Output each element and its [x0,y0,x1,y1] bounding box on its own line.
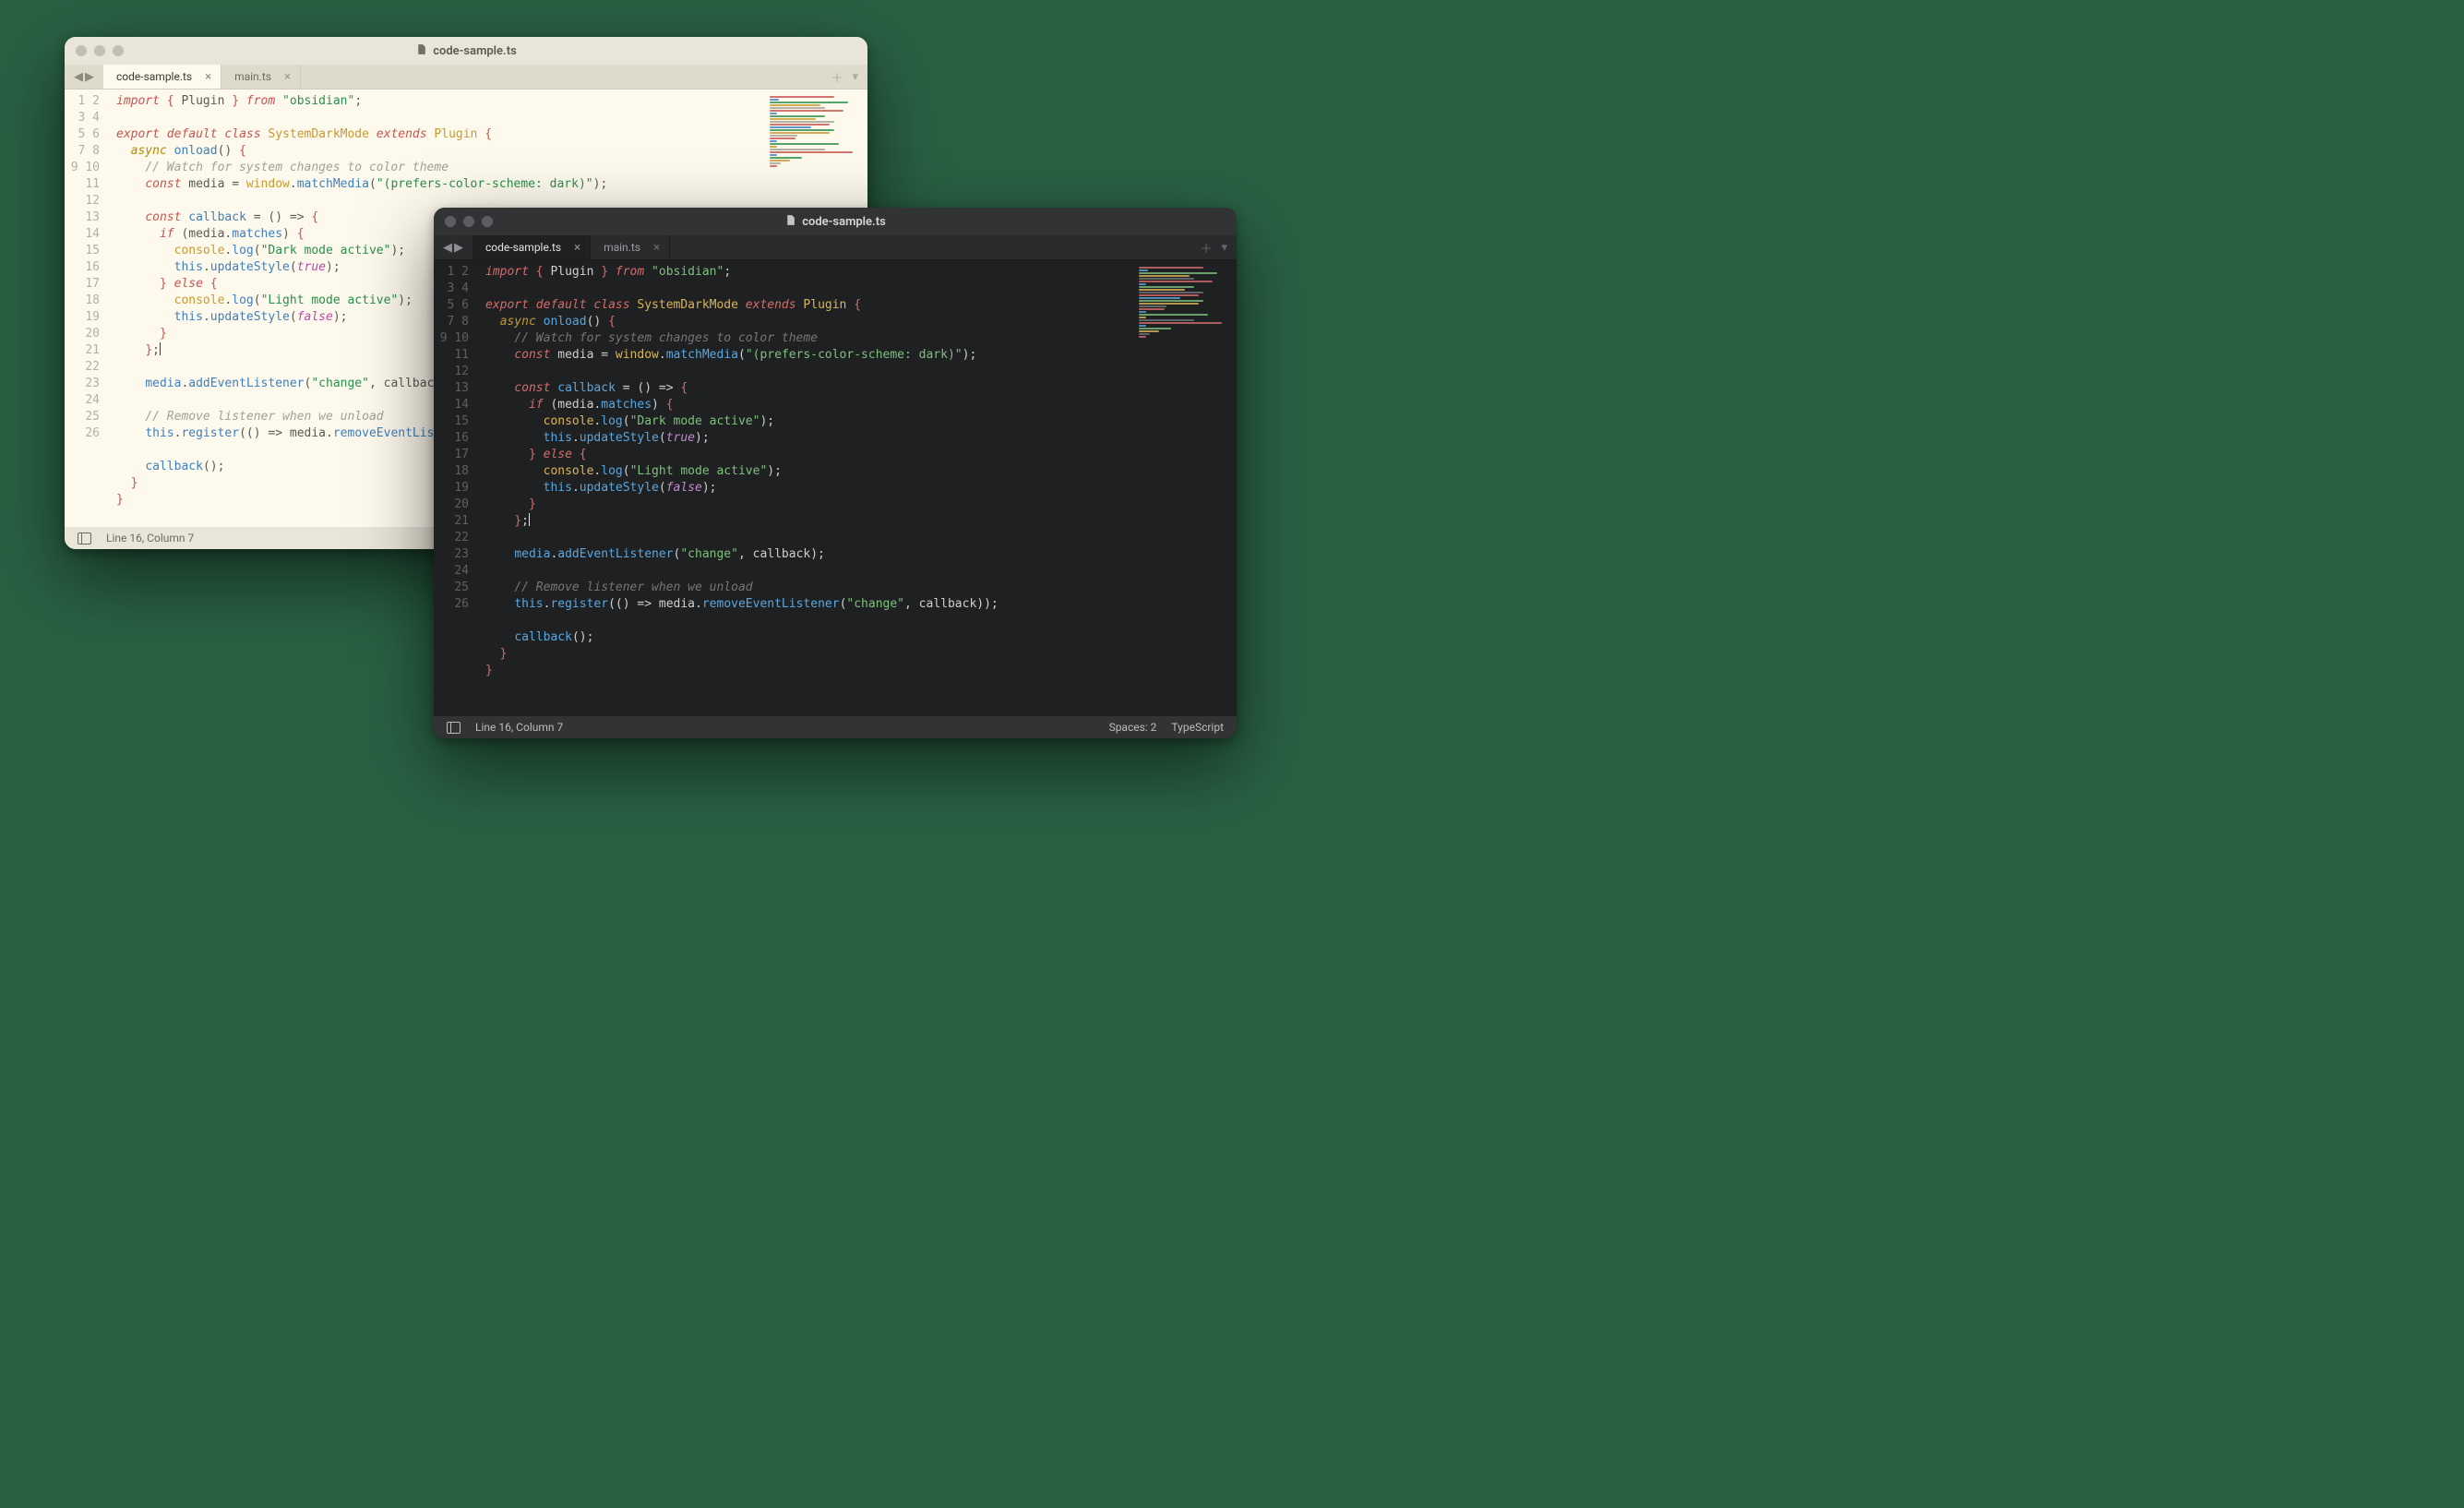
tab-main-ts[interactable]: main.ts × [221,65,301,89]
nav-back-icon[interactable]: ◀ [443,242,452,254]
panel-icon[interactable] [447,722,461,734]
traffic-lights[interactable] [76,37,124,65]
tab-code-sample-ts[interactable]: code-sample.ts × [103,65,221,89]
cursor-position[interactable]: Line 16, Column 7 [106,532,194,545]
code-content[interactable]: import { Plugin } from "obsidian"; expor… [478,260,1237,716]
minimize-dot[interactable] [463,216,474,227]
window-title-text: code-sample.ts [433,44,517,58]
close-icon[interactable]: × [205,70,211,84]
tab-label: main.ts [604,241,640,254]
status-bar: Line 16, Column 7 Spaces: 2 TypeScript [434,716,1237,738]
tab-menu-icon[interactable]: ▾ [1221,241,1227,255]
language-status[interactable]: TypeScript [1171,721,1224,734]
traffic-lights[interactable] [445,208,493,235]
tab-code-sample-ts[interactable]: code-sample.ts × [472,235,591,259]
nav-back-icon[interactable]: ◀ [74,71,83,83]
indent-status[interactable]: Spaces: 2 [1109,721,1157,734]
close-dot[interactable] [445,216,456,227]
tab-label: code-sample.ts [116,70,192,83]
nav-forward-icon[interactable]: ▶ [454,242,463,254]
zoom-dot[interactable] [482,216,493,227]
line-gutter: 1 2 3 4 5 6 7 8 9 10 11 12 13 14 15 16 1… [65,90,109,527]
minimap[interactable] [1139,266,1231,329]
panel-icon[interactable] [78,533,91,545]
file-icon [415,42,427,60]
line-gutter: 1 2 3 4 5 6 7 8 9 10 11 12 13 14 15 16 1… [434,260,478,716]
nav-arrows[interactable]: ◀ ▶ [65,65,103,89]
tab-main-ts[interactable]: main.ts × [591,235,670,259]
titlebar[interactable]: code-sample.ts [65,37,867,65]
nav-forward-icon[interactable]: ▶ [85,71,94,83]
tab-label: main.ts [234,70,271,83]
new-tab-icon[interactable]: ＋ [1200,239,1212,257]
tab-bar: ◀ ▶ code-sample.ts × main.ts × ＋ ▾ [434,235,1237,260]
new-tab-icon[interactable]: ＋ [831,68,843,86]
window-title: code-sample.ts [415,42,517,60]
minimize-dot[interactable] [94,45,105,56]
close-icon[interactable]: × [653,241,660,255]
file-icon [784,213,796,231]
window-title-text: code-sample.ts [802,215,886,229]
titlebar[interactable]: code-sample.ts [434,208,1237,235]
zoom-dot[interactable] [113,45,124,56]
tab-menu-icon[interactable]: ▾ [852,70,858,84]
close-icon[interactable]: × [574,241,580,255]
cursor-position[interactable]: Line 16, Column 7 [475,721,563,734]
editor-area[interactable]: 1 2 3 4 5 6 7 8 9 10 11 12 13 14 15 16 1… [434,260,1237,716]
dark-editor-window: code-sample.ts ◀ ▶ code-sample.ts×main.t… [434,208,1237,738]
window-title: code-sample.ts [784,213,886,231]
close-dot[interactable] [76,45,87,56]
minimap[interactable] [770,95,862,158]
close-icon[interactable]: × [284,70,291,84]
nav-arrows[interactable]: ◀ ▶ [434,235,472,259]
tab-label: code-sample.ts [485,241,561,254]
tab-bar: ◀ ▶ code-sample.ts × main.ts × ＋ ▾ [65,65,867,90]
